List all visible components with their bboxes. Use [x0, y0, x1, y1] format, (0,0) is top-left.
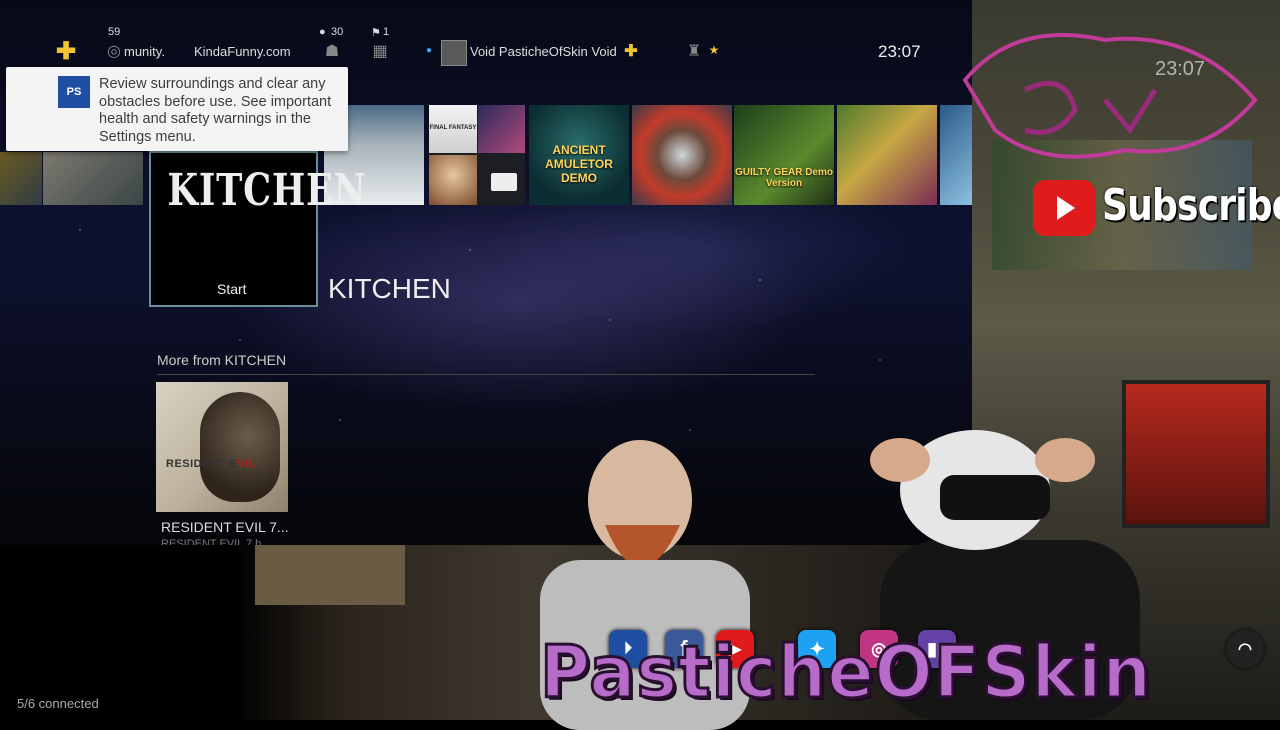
flag-icon: ⚑ [371, 27, 381, 39]
safety-notification[interactable]: PS Review surroundings and clear any obs… [6, 67, 348, 151]
user-label[interactable]: Void PasticheOfSkin Void [470, 44, 617, 59]
divider [157, 374, 815, 375]
connection-status: 5/6 connected [17, 696, 99, 711]
community-icon[interactable]: ◎ [104, 41, 124, 61]
notifications-count: 1 [383, 26, 390, 38]
more-from-heading: More from KITCHEN [157, 352, 287, 368]
related-game-tile[interactable]: RESIDENT EVIL [156, 382, 288, 512]
playstation-vr-icon: PS [58, 76, 90, 108]
related-game-logo: RESIDENT EVIL [166, 458, 256, 470]
content-tile[interactable] [632, 105, 732, 205]
related-game-subtitle: RESIDENT EVIL 7 b [161, 538, 262, 545]
subscribe-label: Subscribe [1102, 180, 1280, 231]
related-game-title: RESIDENT EVIL 7... [161, 519, 289, 535]
content-tile[interactable] [837, 105, 937, 205]
star-icon: ★ [708, 43, 720, 57]
content-tile[interactable]: ANCIENT AMULETOR DEMO [529, 105, 629, 205]
game-logo: KITCHEN [167, 165, 367, 216]
channel-brand: PasticheOFSkin [539, 629, 1153, 716]
site-text: KindaFunny.com [194, 44, 291, 59]
friends-icon[interactable]: ☗ [322, 41, 342, 61]
ps-plus-icon[interactable]: ✚ [56, 38, 76, 65]
mask-icon: ◠ [1226, 630, 1264, 668]
youtube-icon [1033, 180, 1095, 236]
selected-game-tile[interactable]: KITCHEN Start [149, 151, 367, 307]
clock: 23:07 [878, 42, 921, 61]
notifications-icon[interactable]: ▦ [370, 41, 390, 61]
friends-count-dot: ● [319, 26, 326, 38]
trophy-icon[interactable]: ♜ [684, 41, 704, 61]
start-button[interactable]: Start [217, 281, 247, 297]
content-tile[interactable] [43, 152, 143, 205]
content-tile[interactable] [0, 152, 42, 205]
community-text: munity. [124, 44, 165, 59]
game-title: KITCHEN [328, 273, 451, 304]
online-status-icon: ● [426, 45, 433, 56]
doodle-scribble [962, 33, 1258, 159]
user-avatar[interactable] [441, 40, 467, 66]
friends-count: 30 [331, 26, 344, 38]
notification-message: Review surroundings and clear any obstac… [99, 76, 332, 145]
content-folder-tile[interactable]: FINAL FANTASY [429, 105, 525, 205]
folder-icon [491, 173, 517, 191]
ps-plus-small-icon: ✚ [624, 43, 638, 60]
plus-count: 59 [108, 26, 121, 38]
content-tile[interactable]: GUILTY GEAR Demo Version [734, 105, 834, 205]
